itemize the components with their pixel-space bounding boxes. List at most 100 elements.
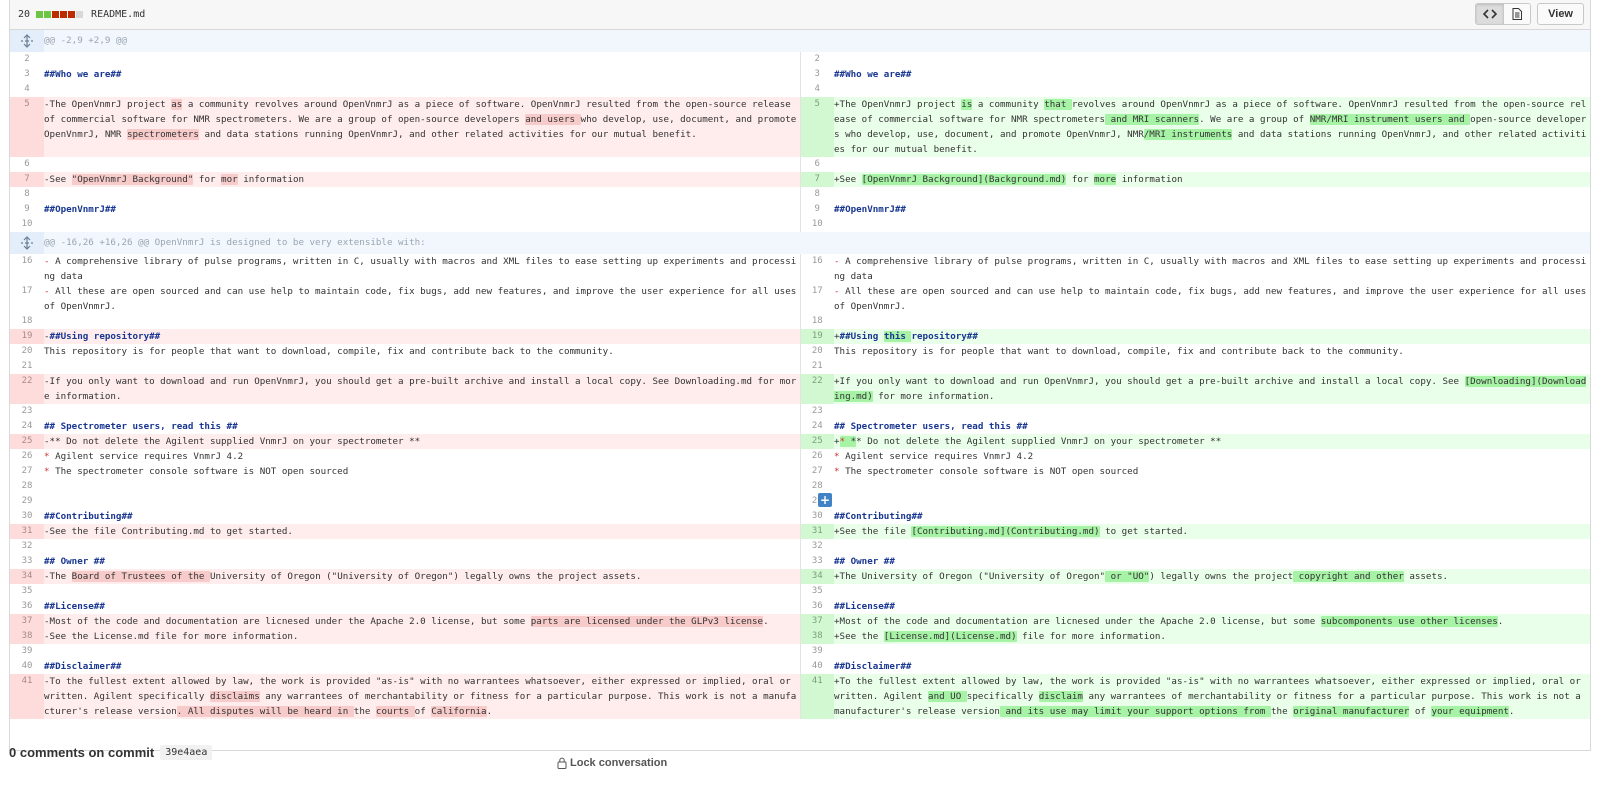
- line-number[interactable]: 19: [10, 329, 44, 344]
- line-number[interactable]: 39: [800, 644, 834, 659]
- line-number[interactable]: 18: [800, 314, 834, 329]
- line-number[interactable]: 30: [800, 509, 834, 524]
- rich-view-button[interactable]: [1503, 4, 1531, 24]
- line-number[interactable]: 31: [10, 524, 44, 539]
- line-number[interactable]: 5: [10, 97, 44, 157]
- line-number[interactable]: 21: [10, 359, 44, 374]
- lock-conversation-button[interactable]: Lock conversation: [557, 757, 667, 769]
- line-number[interactable]: 18: [10, 314, 44, 329]
- line-number[interactable]: 20: [800, 344, 834, 359]
- added-word: *: [839, 436, 851, 447]
- code-text: .: [486, 706, 493, 717]
- view-file-button[interactable]: View: [1537, 3, 1584, 25]
- line-number[interactable]: 23: [800, 404, 834, 419]
- code-icon: [1482, 9, 1497, 19]
- line-number[interactable]: 38: [10, 629, 44, 644]
- code-text: A comprehensive library of pulse program…: [834, 256, 1587, 282]
- line-number[interactable]: 5: [800, 97, 834, 157]
- source-view-button[interactable]: [1476, 4, 1504, 24]
- line-number[interactable]: 26: [10, 449, 44, 464]
- line-number[interactable]: 32: [800, 539, 834, 554]
- line-number[interactable]: 2: [800, 52, 834, 67]
- line-number[interactable]: 40: [10, 659, 44, 674]
- diff-row: 10 10: [10, 217, 1590, 232]
- line-number[interactable]: 31: [800, 524, 834, 539]
- line-number[interactable]: 28: [800, 479, 834, 494]
- code-text: +See the file: [834, 526, 912, 537]
- line-code: +To the fullest extent allowed by law, t…: [834, 674, 1591, 719]
- line-code: [44, 539, 801, 554]
- line-number[interactable]: 25: [10, 434, 44, 449]
- line-number[interactable]: 10: [800, 217, 834, 232]
- line-number[interactable]: 26: [800, 449, 834, 464]
- heading-text: ##Who we are##: [44, 69, 122, 80]
- line-number[interactable]: 16: [10, 254, 44, 284]
- diff-row: 8 8: [10, 187, 1590, 202]
- line-number[interactable]: 21: [800, 359, 834, 374]
- line-number[interactable]: 4: [800, 82, 834, 97]
- line-number[interactable]: 19: [800, 329, 834, 344]
- expand-button[interactable]: [10, 232, 44, 254]
- line-code: ##Contributing##: [44, 509, 801, 524]
- line-number[interactable]: 3: [800, 67, 834, 82]
- expand-button[interactable]: [10, 30, 44, 52]
- line-number[interactable]: 41: [800, 674, 834, 719]
- line-number[interactable]: 36: [10, 599, 44, 614]
- line-number[interactable]: 17: [800, 284, 834, 314]
- line-number[interactable]: 6: [800, 157, 834, 172]
- line-number[interactable]: 2: [10, 52, 44, 67]
- code-text: information: [237, 174, 305, 185]
- line-code: -If you only want to download and run Op…: [44, 374, 801, 404]
- added-word: subcomponents use other licenses: [1320, 616, 1498, 627]
- line-number[interactable]: 32: [10, 539, 44, 554]
- line-number[interactable]: 35: [800, 584, 834, 599]
- line-number[interactable]: 41: [10, 674, 44, 719]
- line-number[interactable]: 9: [10, 202, 44, 217]
- line-number[interactable]: 10: [10, 217, 44, 232]
- heading-text: ## Spectrometer users, read this ##: [44, 421, 238, 432]
- line-number[interactable]: 34: [10, 569, 44, 584]
- line-number[interactable]: 24: [800, 419, 834, 434]
- line-number[interactable]: 33: [800, 554, 834, 569]
- line-code: ##OpenVnmrJ##: [44, 202, 801, 217]
- line-number[interactable]: 23: [10, 404, 44, 419]
- line-number[interactable]: 33: [10, 554, 44, 569]
- line-number[interactable]: 17: [10, 284, 44, 314]
- line-number[interactable]: 35: [10, 584, 44, 599]
- line-number[interactable]: 30: [10, 509, 44, 524]
- line-number[interactable]: 40: [800, 659, 834, 674]
- line-number[interactable]: 22: [800, 374, 834, 404]
- line-number[interactable]: 16: [800, 254, 834, 284]
- diff-row: 9 ##OpenVnmrJ## 9 ##OpenVnmrJ##: [10, 202, 1590, 217]
- line-number[interactable]: 8: [10, 187, 44, 202]
- line-number[interactable]: 22: [10, 374, 44, 404]
- line-number[interactable]: 7: [10, 172, 44, 187]
- line-number[interactable]: 4: [10, 82, 44, 97]
- code-text: +See: [834, 174, 862, 185]
- line-number[interactable]: 9: [800, 202, 834, 217]
- line-number[interactable]: 36: [800, 599, 834, 614]
- line-number[interactable]: 27: [800, 464, 834, 479]
- diff-row: 25 -** Do not delete the Agilent supplie…: [10, 434, 1591, 449]
- line-number[interactable]: 7: [800, 172, 834, 187]
- line-number[interactable]: 25: [800, 434, 834, 449]
- line-number[interactable]: 37: [800, 614, 834, 629]
- hunk-text: @@ -2,9 +2,9 @@: [44, 30, 1591, 52]
- line-number[interactable]: 38: [800, 629, 834, 644]
- line-number[interactable]: 37: [10, 614, 44, 629]
- line-number[interactable]: 24: [10, 419, 44, 434]
- line-number[interactable]: 34: [800, 569, 834, 584]
- line-number[interactable]: 20: [10, 344, 44, 359]
- commit-sha[interactable]: 39e4aea: [160, 745, 213, 760]
- line-number[interactable]: 27: [10, 464, 44, 479]
- line-number[interactable]: 6: [10, 157, 44, 172]
- line-number[interactable]: 28: [10, 479, 44, 494]
- line-number[interactable]: 3: [10, 67, 44, 82]
- code-text: All these are open sourced and can use h…: [834, 286, 1592, 312]
- line-number[interactable]: 39: [10, 644, 44, 659]
- file-name[interactable]: README.md: [91, 9, 145, 20]
- diff-row: 23 23: [10, 404, 1590, 419]
- line-number[interactable]: 8: [800, 187, 834, 202]
- add-comment-button[interactable]: +: [818, 493, 832, 507]
- line-number[interactable]: 29: [10, 494, 44, 509]
